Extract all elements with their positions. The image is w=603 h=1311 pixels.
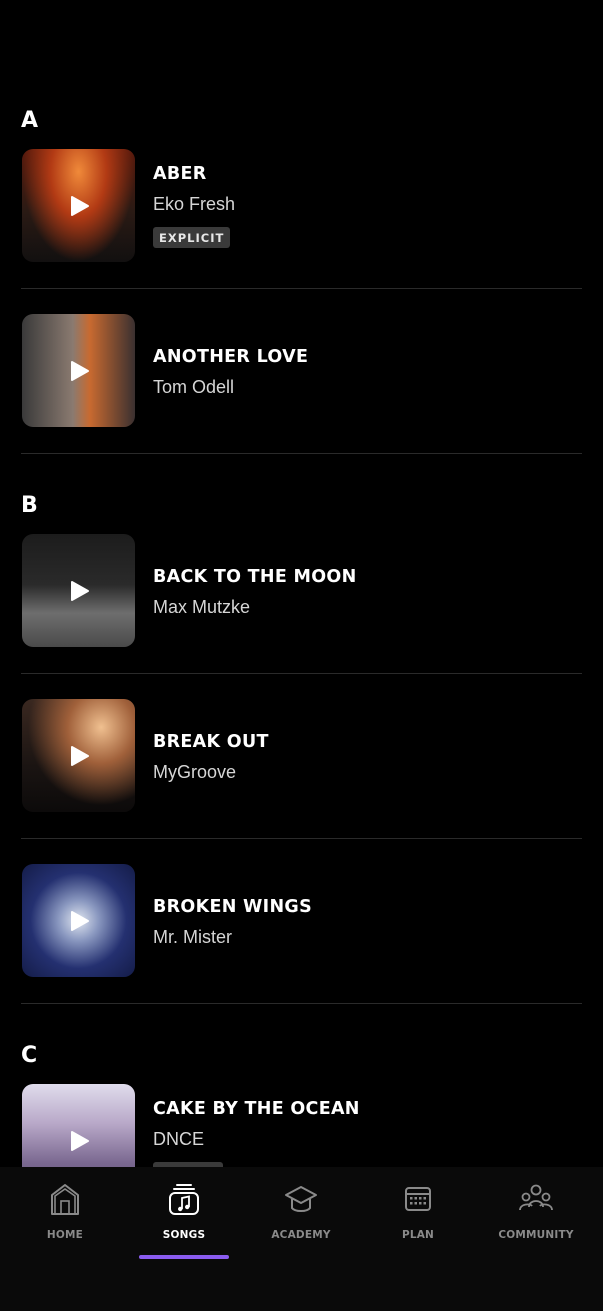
songs-screen: A ABER Eko Fresh EXPLICIT ANOTHER LOVE T… [0,0,603,1311]
explicit-badge: EXPLICIT [153,227,231,248]
active-tab-indicator [139,1255,229,1259]
song-title: ANOTHER LOVE [153,347,309,367]
nav-label: ACADEMY [271,1229,331,1241]
nav-label: HOME [46,1229,84,1241]
song-title: ABER [153,164,207,184]
play-icon[interactable] [68,1130,90,1152]
song-artwork[interactable] [22,864,135,977]
play-icon[interactable] [68,360,90,382]
divider [21,838,582,839]
section-header-c: C [21,1043,39,1068]
song-artwork[interactable] [22,1084,135,1167]
play-icon[interactable] [68,910,90,932]
song-title: CAKE BY THE OCEAN [153,1099,360,1119]
songs-music-note-icon [169,1184,199,1215]
bottom-nav: HOME SONGS ACADEMY PLAN COMMUNITY [0,1167,603,1311]
section-header-b: B [21,493,39,518]
divider [21,453,582,454]
divider [21,673,582,674]
song-row-break-out[interactable]: BREAK OUT MyGroove [21,699,582,839]
song-row-another-love[interactable]: ANOTHER LOVE Tom Odell [21,314,582,454]
song-artist: Max Mutzke [153,597,251,617]
song-artist: Tom Odell [153,377,235,397]
play-icon[interactable] [68,580,90,602]
song-row-broken-wings[interactable]: BROKEN WINGS Mr. Mister [21,864,582,1004]
nav-label: COMMUNITY [498,1229,574,1241]
song-row-aber[interactable]: ABER Eko Fresh EXPLICIT [21,149,582,289]
song-artwork[interactable] [22,534,135,647]
nav-label: PLAN [401,1229,435,1241]
song-title: BACK TO THE MOON [153,567,357,587]
divider [21,1003,582,1004]
nav-plan[interactable]: PLAN [358,1167,478,1267]
song-title: BREAK OUT [153,732,269,752]
nav-community[interactable]: COMMUNITY [476,1167,596,1267]
song-artwork[interactable] [22,699,135,812]
nav-label: SONGS [162,1229,206,1241]
song-row-cake-by-the-ocean[interactable]: CAKE BY THE OCEAN DNCE [21,1084,582,1167]
song-title: BROKEN WINGS [153,897,312,917]
play-icon[interactable] [68,195,90,217]
song-list[interactable]: A ABER Eko Fresh EXPLICIT ANOTHER LOVE T… [0,0,603,1167]
community-people-icon [519,1184,553,1211]
song-row-back-to-the-moon[interactable]: BACK TO THE MOON Max Mutzke [21,534,582,674]
song-artwork[interactable] [22,149,135,262]
calendar-icon [405,1187,431,1211]
section-header-a: A [21,108,40,133]
nav-songs[interactable]: SONGS [124,1167,244,1267]
song-artist: MyGroove [153,762,237,782]
song-artwork[interactable] [22,314,135,427]
song-artist: Eko Fresh [153,194,236,214]
divider [21,288,582,289]
barn-home-icon [51,1184,79,1215]
nav-home[interactable]: HOME [5,1167,125,1267]
play-icon[interactable] [68,745,90,767]
song-artist: Mr. Mister [153,927,232,947]
song-artist: DNCE [153,1129,205,1149]
nav-academy[interactable]: ACADEMY [241,1167,361,1267]
graduation-cap-icon [285,1186,317,1212]
